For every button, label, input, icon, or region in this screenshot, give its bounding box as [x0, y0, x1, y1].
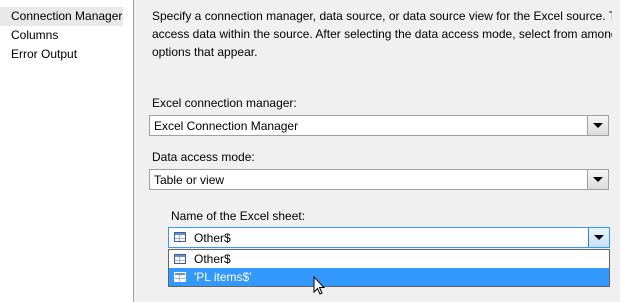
connection-manager-dropdown-button[interactable]	[587, 116, 608, 135]
description-line: access data within the source. After sel…	[152, 27, 612, 41]
chevron-down-icon	[593, 123, 603, 128]
chevron-down-icon	[593, 177, 603, 182]
connection-manager-combo[interactable]: Excel Connection Manager	[149, 115, 609, 136]
connection-manager-label: Excel connection manager:	[152, 96, 297, 110]
table-icon	[174, 272, 186, 282]
sheet-combo[interactable]: Other$	[168, 227, 610, 248]
access-mode-combo[interactable]: Table or view	[149, 169, 609, 190]
sheet-label: Name of the Excel sheet:	[171, 209, 306, 223]
description-line: options that appear.	[152, 45, 258, 59]
table-icon	[174, 232, 186, 242]
sheet-dropdown-list: Other$ 'PL items$'	[168, 249, 610, 287]
access-mode-label: Data access mode:	[152, 150, 255, 164]
nav-item-connection-manager[interactable]: Connection Manager	[0, 7, 123, 26]
access-mode-value: Table or view	[154, 173, 225, 187]
chevron-down-icon	[594, 235, 604, 240]
sheet-option-label: 'PL items$'	[194, 270, 252, 284]
sheet-dropdown-button[interactable]	[588, 228, 609, 247]
sheet-option-pl-items[interactable]: 'PL items$'	[169, 268, 609, 286]
description-line: Specify a connection manager, data sourc…	[152, 9, 612, 23]
description-text: Specify a connection manager, data sourc…	[152, 7, 612, 61]
sheet-option-label: Other$	[194, 252, 231, 266]
nav-item-error-output[interactable]: Error Output	[0, 45, 133, 64]
connection-manager-value: Excel Connection Manager	[154, 119, 299, 133]
mouse-pointer-icon	[313, 276, 326, 295]
access-mode-dropdown-button[interactable]	[587, 170, 608, 189]
table-icon	[174, 254, 186, 264]
page-nav: Connection Manager Columns Error Output	[0, 0, 134, 302]
nav-item-columns[interactable]: Columns	[0, 26, 133, 45]
sheet-value: Other$	[194, 231, 231, 245]
sheet-option-other[interactable]: Other$	[169, 250, 609, 268]
